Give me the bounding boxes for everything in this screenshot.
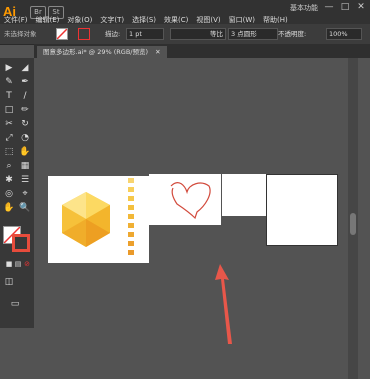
document-tab[interactable]: 图意多边形.ai* @ 29% (RGB/预览) ✕ xyxy=(37,46,167,58)
none-mode-icon[interactable]: ⊘ xyxy=(20,258,34,270)
rotate-tool-icon[interactable]: ↻ xyxy=(18,118,32,130)
opacity-field[interactable]: 100% xyxy=(326,28,362,40)
heart-artwork xyxy=(170,182,211,220)
zoom-tool-icon[interactable]: 🔍 xyxy=(18,202,32,214)
workspace-switcher[interactable]: 基本功能 xyxy=(290,3,318,13)
artboard-hexagon[interactable] xyxy=(48,176,149,263)
selection-status: 未选择对象 xyxy=(4,30,37,38)
selection-tool-icon[interactable]: ▶ xyxy=(2,62,16,74)
slice-tool-icon[interactable]: ⌖ xyxy=(18,188,32,200)
vertical-scrollbar[interactable] xyxy=(348,58,358,379)
width-tool-icon[interactable]: ◔ xyxy=(18,132,32,144)
document-title: 图意多边形.ai* @ 29% (RGB/预览) xyxy=(43,48,149,56)
screen-mode-icon[interactable]: ▭ xyxy=(8,298,22,310)
hexagon-artwork xyxy=(62,178,134,255)
scroll-thumb[interactable] xyxy=(350,213,356,235)
stroke-color-swatch[interactable] xyxy=(12,234,30,252)
artboard-heart[interactable] xyxy=(149,174,221,225)
symbol-sprayer-tool-icon[interactable]: ✱ xyxy=(2,174,16,186)
menu-bar: Ai Br St 基本功能 — □ ✕ 文件(F) 编辑(E) 对象(O) 文字… xyxy=(0,0,370,24)
magic-wand-tool-icon[interactable]: ✎ xyxy=(2,76,16,88)
annotation-arrow xyxy=(215,264,232,344)
drawing-mode-icon[interactable]: ◫ xyxy=(2,276,16,288)
type-tool-icon[interactable]: T xyxy=(2,90,16,102)
none-slash-icon xyxy=(56,28,68,40)
close-tab-icon[interactable]: ✕ xyxy=(155,48,160,56)
opacity-label: 不透明度: xyxy=(278,30,307,38)
stroke-label: 描边: xyxy=(105,30,121,38)
blend-tool-icon[interactable]: ◎ xyxy=(2,188,16,200)
direct-selection-tool-icon[interactable]: ◢ xyxy=(18,62,32,74)
artboard-blank-1[interactable] xyxy=(222,174,266,216)
pencil-tool-icon[interactable]: ✏ xyxy=(18,104,32,116)
document-tab-strip: 图意多边形.ai* @ 29% (RGB/预览) ✕ xyxy=(34,44,370,58)
lasso-tool-icon[interactable]: ✒ xyxy=(18,76,32,88)
artboard-blank-2[interactable] xyxy=(266,174,338,246)
line-tool-icon[interactable]: / xyxy=(18,90,32,102)
brush-definition[interactable]: 3 点圆形 xyxy=(228,28,278,40)
scale-tool-icon[interactable]: ⤢ xyxy=(2,132,16,144)
rectangle-tool-icon[interactable]: □ xyxy=(2,104,16,116)
scissors-tool-icon[interactable]: ✂ xyxy=(2,118,16,130)
free-transform-tool-icon[interactable]: ⬚ xyxy=(2,146,16,158)
minimize-button[interactable]: — xyxy=(322,2,336,14)
stroke-swatch[interactable] xyxy=(78,28,90,40)
maximize-button[interactable]: □ xyxy=(338,2,352,14)
tools-panel: ▶ ◢ ✎ ✒ T / □ ✏ ✂ ↻ ⤢ ◔ ⬚ ✋ ⌕ ▦ ✱ ☰ ◎ ⌖ … xyxy=(0,58,34,328)
graph-tool-icon[interactable]: ☰ xyxy=(18,174,32,186)
control-bar: 未选择对象 描边: 1 pt 等比 3 点圆形 不透明度: 100% xyxy=(0,24,370,45)
mesh-tool-icon[interactable]: ▦ xyxy=(18,160,32,172)
fill-swatch[interactable] xyxy=(56,28,68,40)
hand-tool-icon[interactable]: ✋ xyxy=(2,202,16,214)
perspective-grid-tool-icon[interactable]: ⌕ xyxy=(2,160,16,172)
shape-builder-tool-icon[interactable]: ✋ xyxy=(18,146,32,158)
stroke-weight-field[interactable]: 1 pt xyxy=(126,28,164,40)
variable-width-profile[interactable]: 等比 xyxy=(170,28,226,40)
close-window-button[interactable]: ✕ xyxy=(354,2,368,14)
